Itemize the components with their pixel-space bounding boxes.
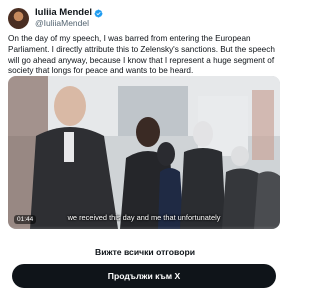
tweet-header: Iuliia Mendel @IuliiaMendel [8, 7, 103, 29]
display-name-row: Iuliia Mendel [35, 8, 103, 18]
tweet-text: On the day of my speech, I was barred fr… [8, 34, 275, 76]
author-names: Iuliia Mendel @IuliiaMendel [35, 8, 103, 28]
continue-to-x-button[interactable]: Продължи към X [12, 264, 276, 288]
author-handle[interactable]: @IuliiaMendel [35, 18, 103, 28]
author-avatar[interactable] [8, 7, 29, 29]
video-frame [8, 76, 280, 229]
video-timestamp: 01:44 [14, 215, 37, 224]
see-all-replies-link[interactable]: Вижте всички отговори [0, 247, 290, 257]
verified-badge-icon [94, 9, 103, 17]
video-caption: we received this day and me that unfortu… [67, 213, 221, 222]
video-player[interactable]: we received this day and me that unfortu… [8, 76, 280, 229]
author-display-name[interactable]: Iuliia Mendel [35, 8, 92, 18]
